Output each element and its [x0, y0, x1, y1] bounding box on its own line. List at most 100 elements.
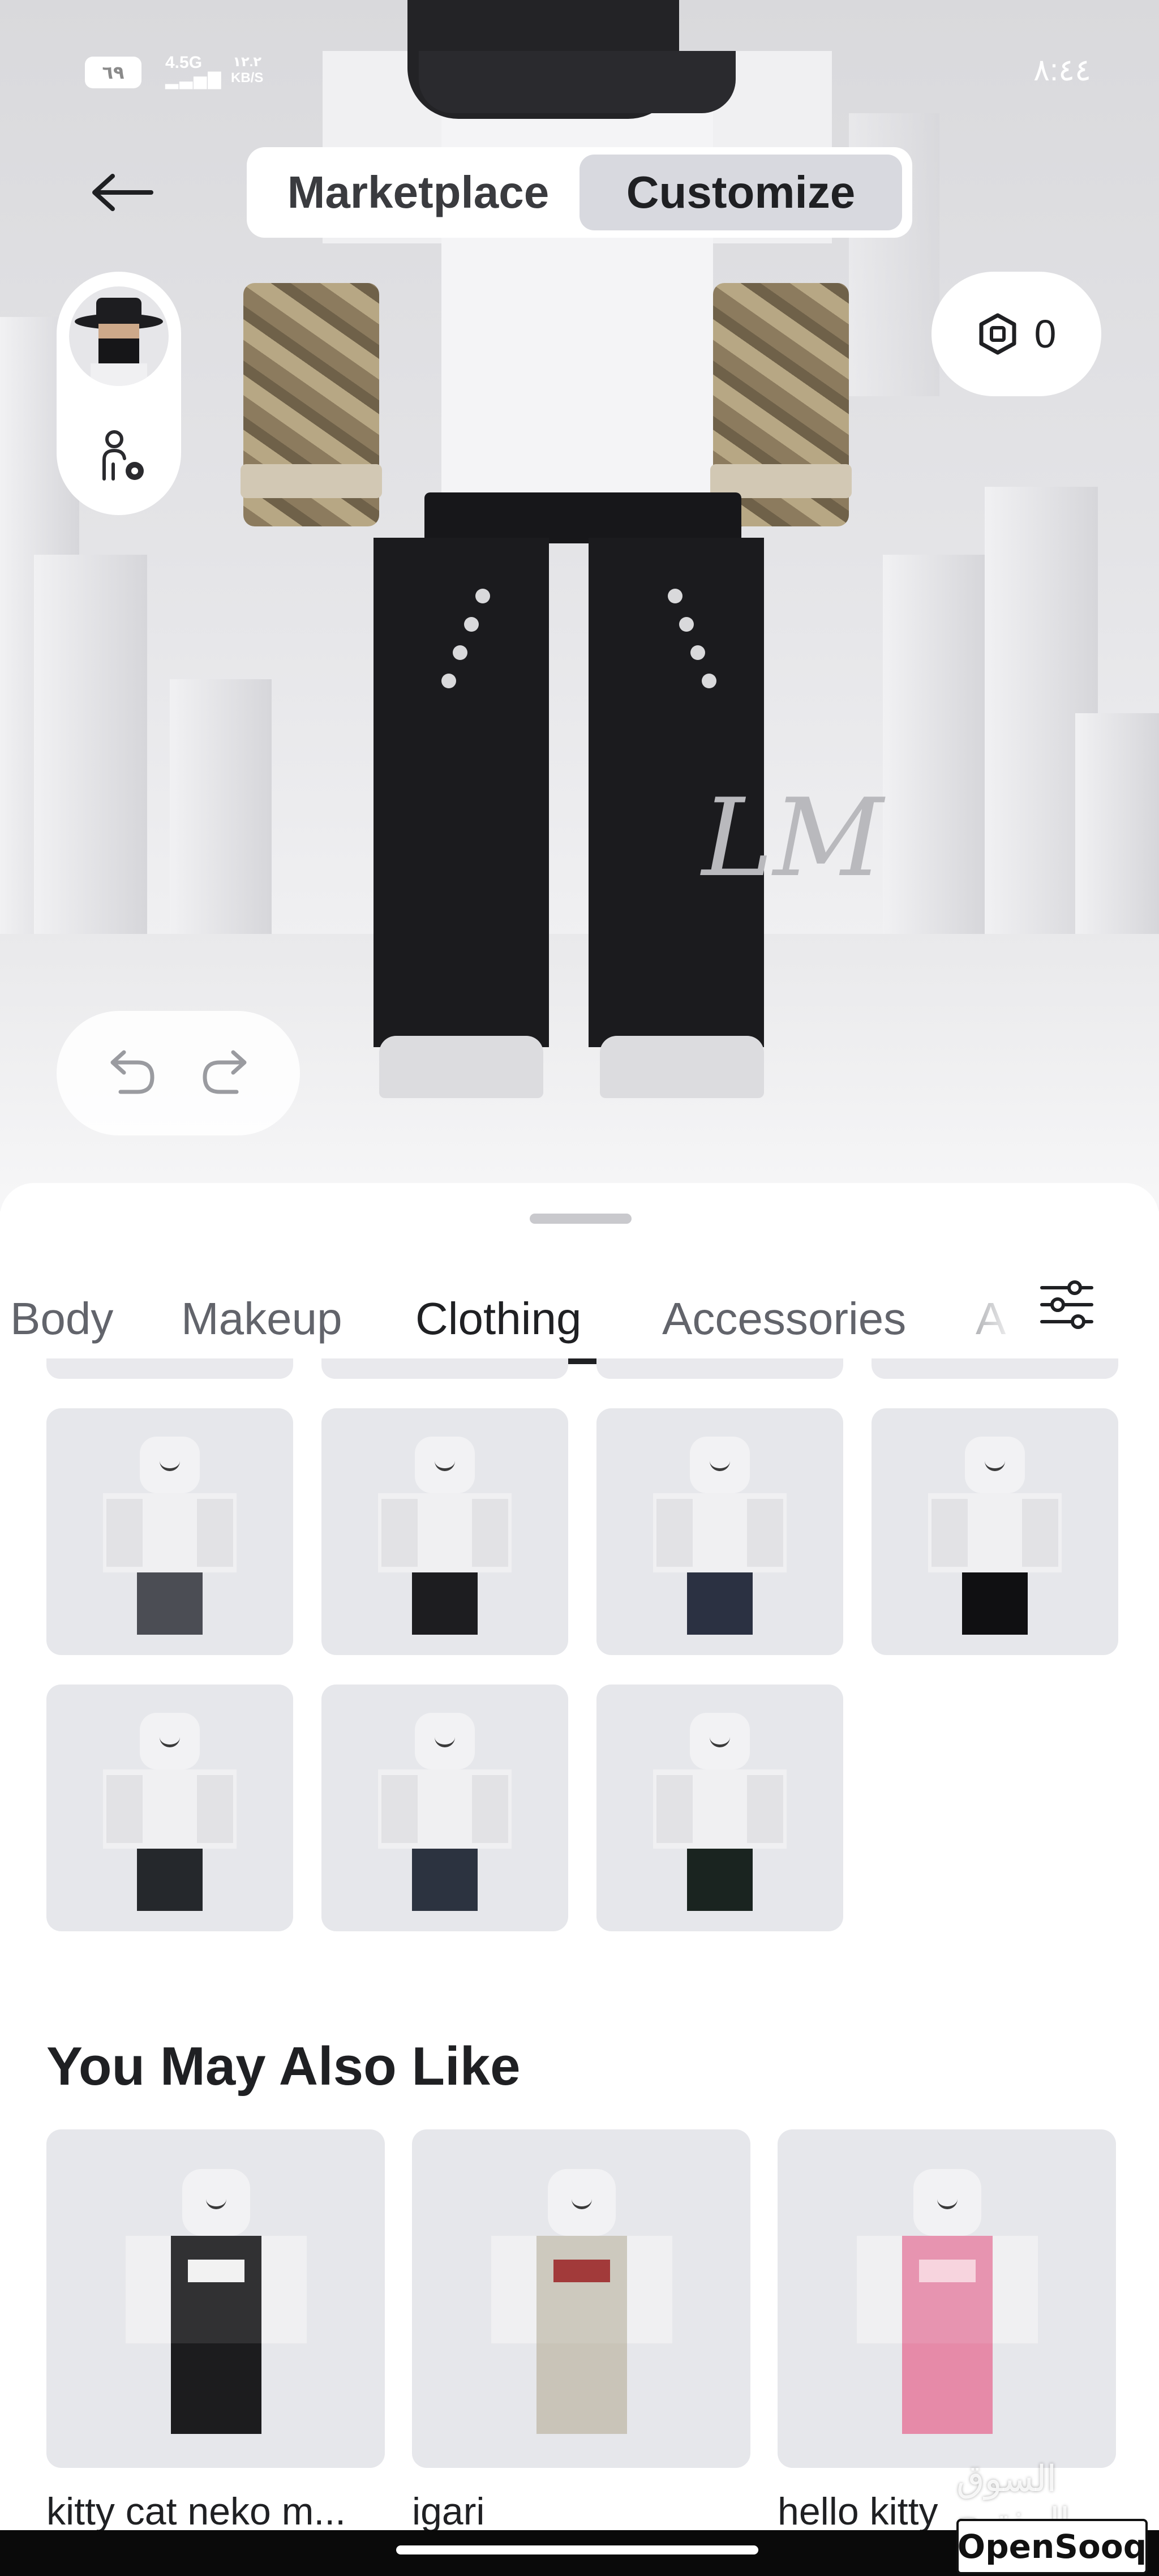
- avatar-left-shoe: [379, 1036, 543, 1098]
- background-block: [1075, 713, 1159, 951]
- pants-rivet: [668, 589, 682, 603]
- rec-outfit-top: [902, 2236, 993, 2343]
- redo-icon[interactable]: [197, 1048, 259, 1099]
- tab-accessories[interactable]: Accessories: [662, 1279, 906, 1358]
- tab-makeup[interactable]: Makeup: [181, 1279, 342, 1358]
- item-avatar-arm: [656, 1775, 693, 1843]
- robux-balance[interactable]: 0: [932, 272, 1101, 396]
- item-pants-preview: [412, 1849, 478, 1911]
- history-controls: [57, 1011, 300, 1135]
- recommendation-card[interactable]: [46, 2129, 385, 2468]
- avatar-settings-button[interactable]: [91, 425, 153, 487]
- rec-outfit-bottom: [536, 2343, 627, 2434]
- previous-row-tile: [872, 1358, 1118, 1379]
- item-avatar-arm: [932, 1499, 968, 1567]
- watermark-logo: OpenSooq: [956, 2519, 1148, 2574]
- battery-indicator: ٦٩: [85, 57, 141, 88]
- item-avatar-arm: [106, 1499, 143, 1567]
- rec-outfit-detail: [553, 2260, 610, 2282]
- item-avatar-arm: [197, 1775, 233, 1843]
- item-avatar-arm: [197, 1499, 233, 1567]
- pants-rivet: [453, 645, 467, 660]
- tab-body[interactable]: Body: [10, 1279, 113, 1358]
- background-block: [34, 555, 147, 962]
- pants-rivet: [441, 674, 456, 688]
- avatar-preview-scene[interactable]: LM ٦٩ 4.5G ▂▃▅▇ ١٢.٢ KB/S ٨:٤٤ Marketpla…: [0, 0, 1159, 1211]
- item-pants-preview: [962, 1572, 1028, 1635]
- undo-icon[interactable]: [98, 1048, 160, 1099]
- signal-bars-icon: ▂▃▅▇: [165, 70, 222, 89]
- previous-row-tile: [46, 1358, 293, 1379]
- item-avatar-arm: [472, 1499, 508, 1567]
- clothing-item-tile[interactable]: [872, 1408, 1118, 1655]
- rec-outfit-detail: [919, 2260, 976, 2282]
- avatar-side-controls: [57, 272, 181, 515]
- previous-row-tile: [596, 1358, 843, 1379]
- pants-rivet: [702, 674, 716, 688]
- avatar-belt: [424, 492, 741, 543]
- recommendation-label[interactable]: kitty cat neko m...: [46, 2489, 346, 2534]
- robux-icon: [979, 313, 1016, 355]
- home-indicator[interactable]: [396, 2545, 758, 2554]
- clothing-item-tile[interactable]: [321, 1408, 568, 1655]
- recommendations-title: You May Also Like: [46, 2036, 521, 2097]
- status-bar: ٦٩ 4.5G ▂▃▅▇ ١٢.٢ KB/S ٨:٤٤: [0, 0, 1159, 142]
- item-avatar-arm: [381, 1775, 418, 1843]
- recommendation-card[interactable]: [778, 2129, 1116, 2468]
- item-pants-preview: [137, 1849, 203, 1911]
- back-button[interactable]: [79, 158, 164, 226]
- avatar-right-shoe: [600, 1036, 764, 1098]
- recommendation-card[interactable]: [412, 2129, 750, 2468]
- network-indicator: 4.5G ▂▃▅▇: [165, 54, 222, 88]
- item-avatar-arm: [747, 1775, 783, 1843]
- item-avatar-arm: [1022, 1499, 1058, 1567]
- clothing-item-tile[interactable]: [46, 1408, 293, 1655]
- clothing-item-tile[interactable]: [46, 1685, 293, 1931]
- status-clock: ٨:٤٤: [1033, 53, 1091, 87]
- network-type: 4.5G: [165, 53, 203, 72]
- sheet-grabber[interactable]: [530, 1214, 632, 1224]
- avatar-thumbnail[interactable]: [69, 286, 169, 386]
- item-pants-preview: [687, 1572, 753, 1635]
- item-avatar-arm: [656, 1499, 693, 1567]
- previous-row-tile: [321, 1358, 568, 1379]
- item-avatar-arm: [106, 1775, 143, 1843]
- network-speed-value: ١٢.٢: [233, 54, 261, 70]
- rec-outfit-detail: [188, 2260, 244, 2282]
- item-pants-preview: [412, 1572, 478, 1635]
- clothing-item-tile[interactable]: [596, 1408, 843, 1655]
- avatar-settings-icon: [102, 430, 144, 481]
- network-speed-unit: KB/S: [231, 70, 264, 85]
- sliders-icon: [1040, 1280, 1093, 1329]
- avatar-thumbnail-image: [75, 298, 163, 386]
- recommendation-label[interactable]: igari: [412, 2489, 485, 2534]
- item-avatar-arm: [472, 1775, 508, 1843]
- clothing-item-tile[interactable]: [596, 1685, 843, 1931]
- item-avatar-arm: [381, 1499, 418, 1567]
- mode-segmented-control: Marketplace Customize: [247, 147, 912, 238]
- tab-clothing[interactable]: Clothing: [415, 1279, 582, 1358]
- recommendation-label[interactable]: hello kitty: [778, 2489, 938, 2534]
- segment-marketplace[interactable]: Marketplace: [257, 155, 580, 230]
- pants-logo-graphic: LM: [702, 775, 883, 901]
- rec-outfit-bottom: [171, 2343, 261, 2434]
- robux-amount: 0: [1034, 312, 1057, 356]
- avatar-left-leg: [374, 538, 549, 1047]
- tab-scroll-fade: [928, 1279, 1041, 1364]
- pants-rivet: [679, 617, 694, 632]
- item-pants-preview: [137, 1572, 203, 1635]
- network-speed: ١٢.٢ KB/S: [231, 54, 263, 86]
- rec-outfit-top: [536, 2236, 627, 2343]
- clothing-item-tile[interactable]: [321, 1685, 568, 1931]
- avatar-left-cuff: [241, 464, 382, 498]
- filter-button[interactable]: [1030, 1268, 1104, 1341]
- item-pants-preview: [687, 1849, 753, 1911]
- item-avatar-arm: [747, 1499, 783, 1567]
- rec-outfit-top: [171, 2236, 261, 2343]
- pants-rivet: [475, 589, 490, 603]
- arrow-left-icon: [92, 174, 153, 211]
- rec-outfit-bottom: [902, 2343, 993, 2434]
- pants-rivet: [464, 617, 479, 632]
- pants-rivet: [690, 645, 705, 660]
- segment-customize[interactable]: Customize: [580, 155, 902, 230]
